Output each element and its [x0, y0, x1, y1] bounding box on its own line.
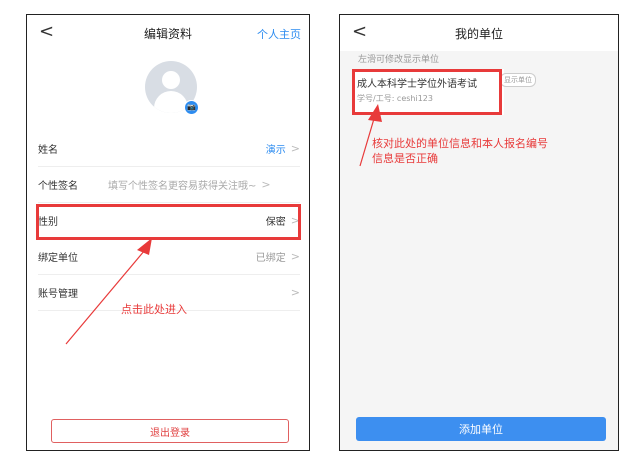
navbar: < 编辑资料 个人主页: [27, 15, 309, 51]
row-bind-unit[interactable]: 绑定单位 已绑定 >: [38, 239, 300, 275]
row-label: 姓名: [38, 145, 58, 156]
camera-glyph: 📷: [187, 103, 196, 111]
edit-profile-screen: < 编辑资料 个人主页 📷 姓名 演示 > 个性签名 填写个性签名更容易获得关注…: [26, 14, 310, 451]
camera-icon[interactable]: 📷: [184, 100, 199, 115]
row-label: 绑定单位: [38, 253, 78, 264]
annotation-text-line1: 核对此处的单位信息和本人报名编号: [372, 137, 548, 150]
chevron-right-icon: >: [261, 178, 271, 191]
row-value: 已绑定: [255, 253, 286, 264]
row-label: 账号管理: [38, 289, 78, 300]
row-label: 个性签名: [38, 181, 78, 192]
row-value: 演示: [265, 145, 286, 156]
personal-homepage-link[interactable]: 个人主页: [257, 26, 301, 42]
back-icon[interactable]: <: [39, 21, 54, 43]
chevron-right-icon: >: [290, 142, 300, 155]
signature-placeholder: 填写个性签名更容易获得关注哦~: [108, 181, 257, 192]
highlight-box: [36, 204, 301, 240]
annotation-text: 点击此处进入: [121, 303, 187, 316]
my-units-screen: < 我的单位 左滑可修改显示单位 成人本科学士学位外语考试 学号/工号: ces…: [339, 14, 619, 451]
avatar-body-shape: [154, 91, 188, 113]
highlight-box: [352, 69, 502, 115]
display-unit-badge: 显示单位: [500, 73, 536, 87]
annotation-text-line2: 信息是否正确: [372, 152, 438, 165]
navbar: < 我的单位: [340, 15, 618, 51]
page-title: 我的单位: [454, 26, 503, 41]
back-icon[interactable]: <: [352, 21, 367, 43]
row-name[interactable]: 姓名 演示 >: [38, 131, 300, 167]
page-title: 编辑资料: [143, 26, 192, 41]
logout-button[interactable]: 退出登录: [51, 419, 289, 443]
avatar-head-shape: [162, 71, 180, 89]
row-signature[interactable]: 个性签名 填写个性签名更容易获得关注哦~ >: [38, 167, 300, 203]
swipe-hint: 左滑可修改显示单位: [358, 55, 440, 65]
chevron-right-icon: >: [290, 286, 300, 299]
add-unit-button[interactable]: 添加单位: [356, 417, 606, 441]
chevron-right-icon: >: [290, 250, 300, 263]
